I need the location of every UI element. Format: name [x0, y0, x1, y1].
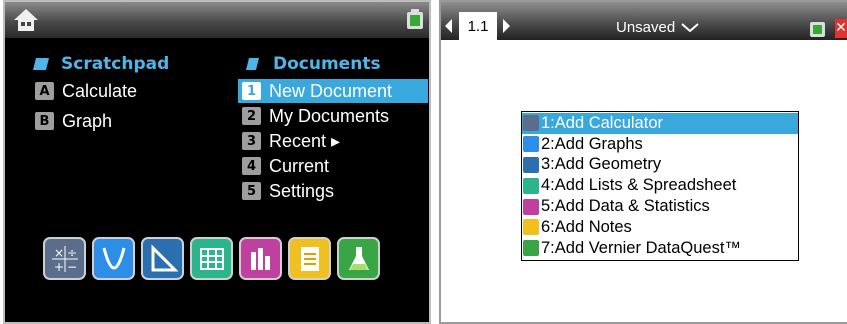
documents-item-recent[interactable]: 3 Recent ▸ [242, 129, 340, 153]
scratchpad-title: Scratchpad [61, 54, 170, 74]
key-badge: 1 [242, 82, 261, 100]
graphs-icon [523, 136, 539, 153]
menu-item-label: 4:Add Lists & Spreadsheet [541, 176, 737, 195]
documents-icon [246, 58, 259, 70]
menu-item-label: 7:Add Vernier DataQuest™ [541, 238, 741, 257]
key-badge: B [35, 112, 54, 130]
menu-item-add-data-statistics[interactable]: 5:Add Data & Statistics [522, 196, 798, 217]
add-page-menu: 1:Add Calculator 2:Add Graphs 3:Add Geom… [521, 111, 799, 261]
vernier-app-icon[interactable] [337, 237, 380, 280]
key-badge: 4 [242, 157, 261, 175]
scratchpad-heading: Scratchpad [33, 54, 169, 74]
key-badge: 3 [242, 132, 261, 150]
notes-app-icon[interactable] [288, 237, 331, 280]
statistics-app-icon[interactable] [239, 237, 282, 280]
home-screen: Scratchpad A Calculate B Graph Documents… [3, 0, 431, 324]
menu-label: Calculate [62, 80, 138, 101]
scratchpad-icon [33, 58, 49, 70]
menu-label: Current [269, 155, 330, 176]
menu-label: My Documents [269, 105, 390, 126]
svg-text:−: − [67, 260, 77, 274]
documents-title: Documents [273, 54, 381, 74]
graphs-app-icon[interactable] [92, 237, 135, 280]
key-badge: 5 [242, 182, 261, 200]
scratchpad-item-graph[interactable]: B Graph [35, 109, 112, 133]
calculator-app-icon[interactable]: × ÷ + − [43, 237, 86, 280]
menu-item-label: 1:Add Calculator [541, 113, 663, 132]
menu-item-label: 3:Add Geometry [541, 155, 662, 174]
menu-item-add-vernier-dataquest[interactable]: 7:Add Vernier DataQuest™ [522, 238, 798, 259]
scratchpad-item-calculate[interactable]: A Calculate [35, 79, 137, 103]
document-top-bar: 1.1 Unsaved ✕ [441, 2, 847, 40]
menu-label: Graph [62, 110, 113, 131]
next-page-arrow-icon[interactable] [503, 19, 510, 33]
tab-page-1-1[interactable]: 1.1 [459, 12, 497, 40]
calculator-icon [523, 115, 539, 132]
documents-item-my-documents[interactable]: 2 My Documents [242, 104, 389, 128]
document-title-label: Unsaved [616, 19, 676, 36]
document-title[interactable]: Unsaved [616, 19, 699, 36]
svg-text:+: + [54, 260, 64, 274]
vernier-icon [523, 240, 539, 257]
spreadsheet-app-icon[interactable] [190, 237, 233, 280]
home-icon[interactable] [13, 8, 39, 32]
documents-item-settings[interactable]: 5 Settings [242, 179, 334, 203]
key-badge: 2 [242, 107, 261, 125]
battery-icon [407, 9, 423, 29]
chevron-down-icon [681, 23, 699, 32]
battery-icon [810, 22, 825, 37]
menu-item-add-graphs[interactable]: 2:Add Graphs [522, 134, 798, 155]
svg-text:÷: ÷ [67, 246, 77, 260]
menu-item-add-notes[interactable]: 6:Add Notes [522, 217, 798, 238]
documents-item-current[interactable]: 4 Current [242, 154, 329, 178]
key-badge: A [35, 82, 54, 100]
geometry-app-icon[interactable] [141, 237, 184, 280]
menu-label: New Document [269, 80, 393, 101]
app-icon-row: × ÷ + − [43, 237, 380, 280]
statistics-icon [523, 198, 539, 215]
document-screen: 1.1 Unsaved ✕ 1:Add Calculator 2:Add Gra… [439, 0, 847, 324]
svg-text:×: × [54, 246, 64, 260]
close-icon[interactable]: ✕ [835, 19, 847, 38]
geometry-icon [523, 156, 539, 173]
menu-item-label: 2:Add Graphs [541, 134, 643, 153]
menu-item-add-geometry[interactable]: 3:Add Geometry [522, 155, 798, 176]
menu-item-label: 6:Add Notes [541, 217, 632, 236]
menu-item-add-lists-spreadsheet[interactable]: 4:Add Lists & Spreadsheet [522, 175, 798, 196]
prev-page-arrow-icon[interactable] [445, 19, 452, 33]
menu-item-add-calculator[interactable]: 1:Add Calculator [522, 113, 798, 134]
spreadsheet-icon [523, 177, 539, 194]
menu-label: Settings [269, 180, 335, 201]
notes-icon [523, 219, 539, 236]
home-top-bar [5, 2, 429, 38]
menu-item-label: 5:Add Data & Statistics [541, 197, 710, 216]
documents-heading: Documents [245, 54, 381, 74]
tab-label: 1.1 [467, 17, 489, 35]
menu-label: Recent ▸ [269, 130, 341, 151]
documents-item-new-document[interactable]: 1 New Document [238, 79, 428, 103]
